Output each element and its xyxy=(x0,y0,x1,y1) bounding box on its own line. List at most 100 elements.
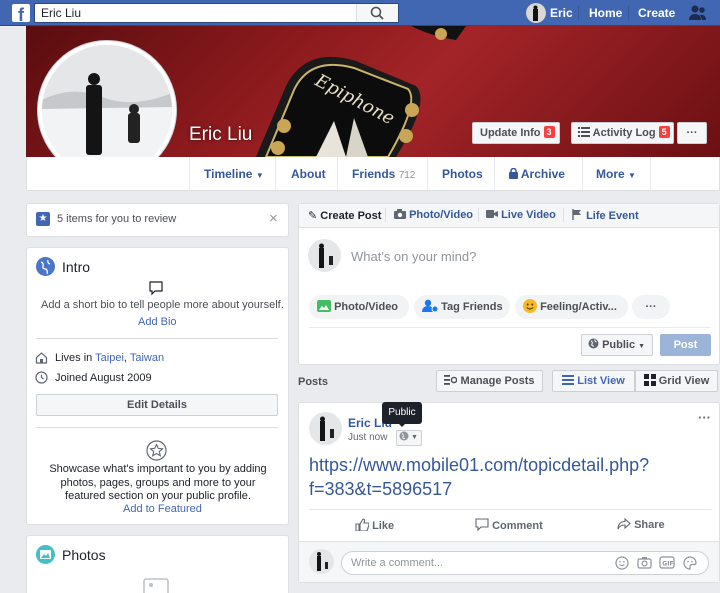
friends-count: 712 xyxy=(398,170,416,181)
tag-friends-pill[interactable]: Tag Friends xyxy=(414,295,510,319)
camera-icon xyxy=(394,209,406,219)
audience-selector[interactable]: Public ▼ xyxy=(581,334,653,356)
public-tooltip: Public xyxy=(382,402,422,424)
post-options-button[interactable]: ··· xyxy=(698,410,711,425)
add-to-featured-link[interactable]: Add to Featured xyxy=(123,503,202,515)
share-button[interactable]: Share xyxy=(617,517,665,531)
list-icon xyxy=(578,127,590,137)
list-view-icon xyxy=(562,375,575,385)
camera-icon[interactable] xyxy=(637,556,652,569)
update-info-button[interactable]: Update Info 3 xyxy=(472,122,560,144)
list-view-button[interactable]: List View xyxy=(552,370,635,392)
manage-posts-button[interactable]: Manage Posts xyxy=(436,370,543,392)
divider xyxy=(309,327,711,328)
tab-divider xyxy=(385,208,386,222)
smiley-icon xyxy=(523,299,537,313)
tab-friends[interactable]: Friends 712 xyxy=(352,167,415,181)
edit-details-button[interactable]: Edit Details xyxy=(36,394,278,416)
nav-divider xyxy=(427,157,428,190)
grid-view-icon xyxy=(643,374,656,386)
comment-icon xyxy=(475,518,489,532)
tab-archive[interactable]: Archive xyxy=(509,167,565,181)
tab-more[interactable]: More ▼ xyxy=(596,167,636,181)
thumbs-up-icon xyxy=(355,518,370,532)
grid-view-button[interactable]: Grid View xyxy=(635,370,718,392)
divider xyxy=(309,509,711,510)
tooltip-arrow xyxy=(398,423,406,427)
post-timestamp[interactable]: Just now xyxy=(348,432,387,443)
feeling-activity-pill[interactable]: Feeling/Activ... xyxy=(515,295,628,319)
home-icon xyxy=(35,352,48,364)
tab-photos[interactable]: Photos xyxy=(442,167,483,181)
user-avatar[interactable] xyxy=(526,3,546,23)
tab-life-event[interactable]: Life Event xyxy=(572,209,639,222)
nav-divider xyxy=(337,157,338,190)
search-input[interactable] xyxy=(41,5,361,21)
tab-photo-video[interactable]: Photo/Video xyxy=(394,209,473,221)
sticker-icon[interactable] xyxy=(683,556,697,570)
divider xyxy=(36,338,278,339)
emoji-icon[interactable] xyxy=(615,556,629,570)
composer-more-button[interactable]: ··· xyxy=(632,295,670,319)
featured-star-icon xyxy=(146,440,167,461)
nav-divider xyxy=(650,157,651,190)
tab-divider xyxy=(563,208,564,222)
image-glyph-icon xyxy=(40,550,51,559)
search-button[interactable] xyxy=(356,4,398,22)
like-button[interactable]: Like xyxy=(355,518,394,532)
clock-icon xyxy=(35,371,48,384)
home-link[interactable]: Home xyxy=(589,6,622,20)
photo-placeholder-icon xyxy=(143,578,169,593)
tab-timeline[interactable]: Timeline ▼ xyxy=(204,167,264,181)
photo-video-pill[interactable]: Photo/Video xyxy=(309,295,409,319)
globe-icon xyxy=(399,431,409,441)
comment-button[interactable]: Comment xyxy=(475,518,543,532)
nav-divider xyxy=(189,157,190,190)
create-link[interactable]: Create xyxy=(638,6,675,20)
post-link[interactable]: https://www.mobile01.com/topicdetail.php… xyxy=(309,453,649,501)
search-box[interactable] xyxy=(34,3,399,23)
country-link[interactable]: Taiwan xyxy=(130,352,164,364)
cover-more-button[interactable]: ··· xyxy=(677,122,707,144)
intro-title: Intro xyxy=(62,259,91,275)
update-info-badge: 3 xyxy=(543,126,555,138)
review-text[interactable]: 5 items for you to review xyxy=(57,213,176,225)
share-icon xyxy=(617,517,631,530)
add-bio-link[interactable]: Add Bio xyxy=(138,316,177,328)
friend-requests-icon[interactable] xyxy=(688,4,708,22)
lock-icon xyxy=(509,167,518,179)
pencil-icon: ✎ xyxy=(308,210,318,222)
tab-create-post[interactable]: ✎ Create Post xyxy=(308,209,381,222)
nav-divider xyxy=(494,157,495,190)
facebook-logo-icon[interactable]: f xyxy=(12,4,30,22)
activity-log-button[interactable]: Activity Log 5 xyxy=(571,122,674,144)
showcase-text: Showcase what's important to you by addi… xyxy=(49,463,267,502)
tab-live-video[interactable]: Live Video xyxy=(486,209,556,221)
tag-friends-icon xyxy=(422,299,439,313)
tab-about[interactable]: About xyxy=(291,167,326,181)
nav-divider xyxy=(582,157,583,190)
caret-down-icon: ▼ xyxy=(628,171,636,180)
posts-heading: Posts xyxy=(298,376,328,388)
globe-icon xyxy=(588,338,599,349)
nav-divider xyxy=(628,6,629,20)
post-button[interactable]: Post xyxy=(660,334,711,356)
search-icon xyxy=(370,6,384,20)
gif-icon[interactable]: GIF xyxy=(659,556,675,569)
post-author-avatar[interactable] xyxy=(309,412,342,445)
caret-down-icon: ▼ xyxy=(638,343,646,350)
city-link[interactable]: Taipei xyxy=(95,352,124,364)
guitar-headstock-image: Epiphone xyxy=(256,26,466,157)
photo-icon xyxy=(317,300,331,312)
settings-list-icon xyxy=(444,375,458,385)
comment-placeholder: Write a comment... xyxy=(351,557,444,569)
lives-in: Lives in Taipei, Taiwan xyxy=(55,352,165,364)
whats-on-your-mind-input[interactable]: What's on your mind? xyxy=(351,249,476,264)
user-name-link[interactable]: Eric xyxy=(550,6,573,20)
profile-name[interactable]: Eric Liu xyxy=(189,124,252,146)
post-audience-button[interactable]: ▼ xyxy=(396,430,422,446)
profile-picture[interactable] xyxy=(42,45,172,175)
speech-bubble-icon xyxy=(149,281,163,296)
close-icon[interactable]: × xyxy=(269,210,278,227)
activity-log-badge: 5 xyxy=(658,126,670,138)
